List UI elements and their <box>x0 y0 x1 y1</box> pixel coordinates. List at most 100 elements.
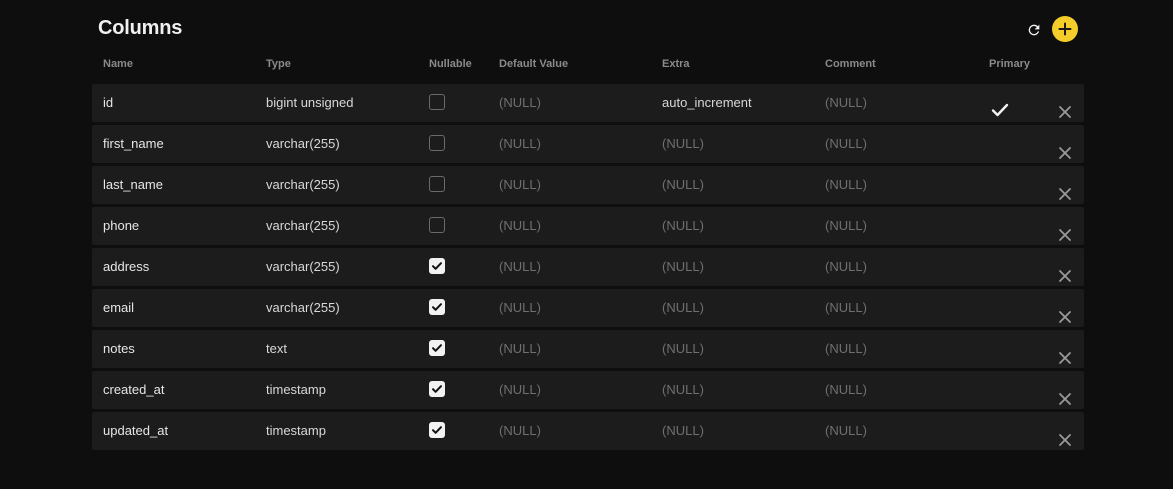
delete-column-button[interactable] <box>1058 424 1072 446</box>
nullable-checkbox[interactable] <box>429 381 447 399</box>
column-type[interactable]: varchar(255) <box>266 125 340 163</box>
table-row[interactable]: first_name varchar(255) (NULL) (NULL) (NULL) <box>92 125 1084 163</box>
default-value[interactable]: (NULL) <box>499 289 541 327</box>
delete-column-button[interactable] <box>1058 342 1072 364</box>
checkbox-checked-icon <box>429 299 445 315</box>
column-type[interactable]: varchar(255) <box>266 166 340 204</box>
table-row[interactable]: phone varchar(255) (NULL) (NULL) (NULL) <box>92 207 1084 245</box>
primary-key-toggle[interactable] <box>991 300 1009 316</box>
column-type[interactable]: text <box>266 330 287 368</box>
close-icon <box>1058 106 1072 122</box>
header-name: Name <box>103 58 133 70</box>
nullable-checkbox[interactable] <box>429 340 447 358</box>
nullable-checkbox[interactable] <box>429 299 447 317</box>
column-name[interactable]: notes <box>103 330 135 368</box>
comment-value[interactable]: (NULL) <box>825 248 867 286</box>
table-row[interactable]: updated_at timestamp (NULL) (NULL) (NULL) <box>92 412 1084 450</box>
column-type[interactable]: varchar(255) <box>266 248 340 286</box>
column-type[interactable]: timestamp <box>266 371 326 409</box>
extra-value[interactable]: (NULL) <box>662 330 704 368</box>
primary-key-toggle[interactable] <box>991 177 1009 193</box>
comment-value[interactable]: (NULL) <box>825 166 867 204</box>
header-default-value: Default Value <box>499 58 569 70</box>
nullable-checkbox[interactable] <box>429 176 447 194</box>
extra-value[interactable]: (NULL) <box>662 371 704 409</box>
column-name[interactable]: phone <box>103 207 139 245</box>
extra-value[interactable]: (NULL) <box>662 166 704 204</box>
column-type[interactable]: varchar(255) <box>266 289 340 327</box>
delete-column-button[interactable] <box>1058 137 1072 159</box>
comment-value[interactable]: (NULL) <box>825 84 867 122</box>
comment-value[interactable]: (NULL) <box>825 207 867 245</box>
delete-column-button[interactable] <box>1058 96 1072 118</box>
checkbox-checked-icon <box>429 258 445 274</box>
nullable-checkbox[interactable] <box>429 94 447 112</box>
table-row[interactable]: id bigint unsigned (NULL) auto_increment (NU… <box>92 84 1084 122</box>
close-icon <box>1058 188 1072 204</box>
columns-table: id bigint unsigned (NULL) auto_increment (NU… <box>92 84 1084 453</box>
default-value[interactable]: (NULL) <box>499 330 541 368</box>
primary-key-toggle[interactable] <box>991 218 1009 234</box>
checkbox-unchecked-icon <box>429 94 445 110</box>
column-name[interactable]: address <box>103 248 149 286</box>
table-row[interactable]: last_name varchar(255) (NULL) (NULL) (NULL) <box>92 166 1084 204</box>
primary-key-toggle[interactable] <box>991 259 1009 275</box>
table-row[interactable]: notes text (NULL) (NULL) (NULL) <box>92 330 1084 368</box>
comment-value[interactable]: (NULL) <box>825 412 867 450</box>
delete-column-button[interactable] <box>1058 260 1072 282</box>
primary-key-toggle[interactable] <box>991 341 1009 357</box>
extra-value[interactable]: (NULL) <box>662 248 704 286</box>
comment-value[interactable]: (NULL) <box>825 289 867 327</box>
column-type[interactable]: varchar(255) <box>266 207 340 245</box>
close-icon <box>1058 352 1072 368</box>
default-value[interactable]: (NULL) <box>499 125 541 163</box>
primary-key-toggle[interactable] <box>991 423 1009 439</box>
column-name[interactable]: updated_at <box>103 412 168 450</box>
default-value[interactable]: (NULL) <box>499 207 541 245</box>
extra-value[interactable]: auto_increment <box>662 84 752 122</box>
page-title: Columns <box>98 17 183 39</box>
checkbox-unchecked-icon <box>429 176 445 192</box>
add-column-button[interactable] <box>1052 16 1078 42</box>
default-value[interactable]: (NULL) <box>499 248 541 286</box>
comment-value[interactable]: (NULL) <box>825 125 867 163</box>
primary-key-toggle[interactable] <box>991 136 1009 152</box>
table-row[interactable]: address varchar(255) (NULL) (NULL) (NULL) <box>92 248 1084 286</box>
nullable-checkbox[interactable] <box>429 422 447 440</box>
column-name[interactable]: email <box>103 289 134 327</box>
nullable-checkbox[interactable] <box>429 135 447 153</box>
column-name[interactable]: last_name <box>103 166 163 204</box>
delete-column-button[interactable] <box>1058 178 1072 200</box>
primary-key-toggle[interactable] <box>991 382 1009 398</box>
column-type[interactable]: timestamp <box>266 412 326 450</box>
extra-value[interactable]: (NULL) <box>662 125 704 163</box>
delete-column-button[interactable] <box>1058 383 1072 405</box>
header-comment: Comment <box>825 58 876 70</box>
nullable-checkbox[interactable] <box>429 258 447 276</box>
column-type[interactable]: bigint unsigned <box>266 84 353 122</box>
header-type: Type <box>266 58 291 70</box>
delete-column-button[interactable] <box>1058 301 1072 323</box>
checkbox-unchecked-icon <box>429 217 445 233</box>
table-row[interactable]: email varchar(255) (NULL) (NULL) (NULL) <box>92 289 1084 327</box>
default-value[interactable]: (NULL) <box>499 84 541 122</box>
extra-value[interactable]: (NULL) <box>662 289 704 327</box>
primary-key-toggle[interactable] <box>991 95 1009 117</box>
column-name[interactable]: id <box>103 84 113 122</box>
comment-value[interactable]: (NULL) <box>825 330 867 368</box>
column-name[interactable]: created_at <box>103 371 164 409</box>
close-icon <box>1058 434 1072 450</box>
close-icon <box>1058 147 1072 163</box>
nullable-checkbox[interactable] <box>429 217 447 235</box>
column-name[interactable]: first_name <box>103 125 164 163</box>
default-value[interactable]: (NULL) <box>499 166 541 204</box>
default-value[interactable]: (NULL) <box>499 412 541 450</box>
comment-value[interactable]: (NULL) <box>825 371 867 409</box>
checkbox-checked-icon <box>429 381 445 397</box>
refresh-button[interactable] <box>1023 19 1045 41</box>
extra-value[interactable]: (NULL) <box>662 207 704 245</box>
table-row[interactable]: created_at timestamp (NULL) (NULL) (NULL) <box>92 371 1084 409</box>
extra-value[interactable]: (NULL) <box>662 412 704 450</box>
default-value[interactable]: (NULL) <box>499 371 541 409</box>
delete-column-button[interactable] <box>1058 219 1072 241</box>
